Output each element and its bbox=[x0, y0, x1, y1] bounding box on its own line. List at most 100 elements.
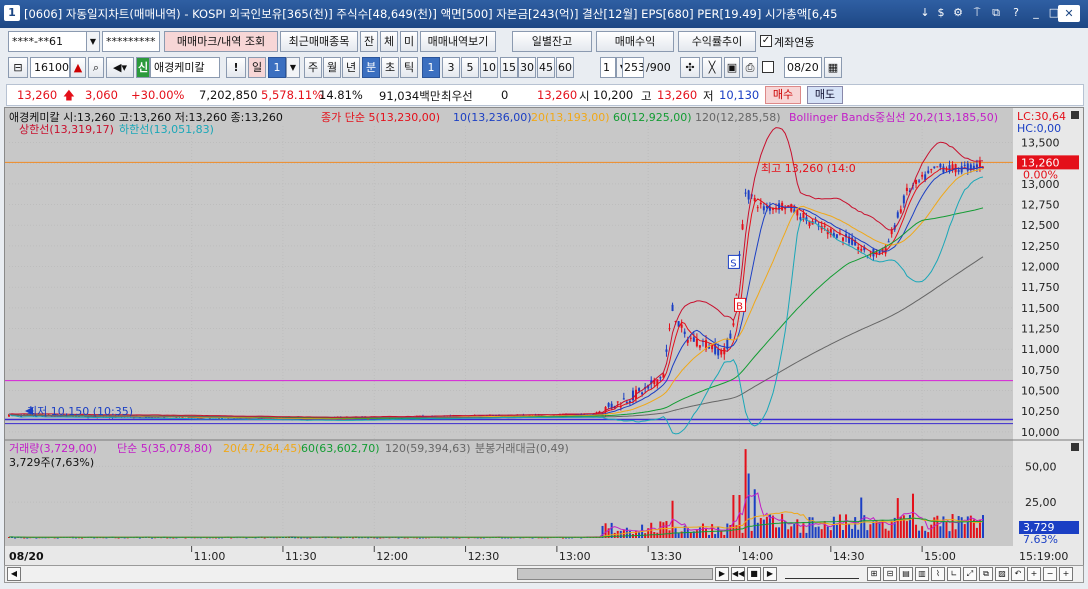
candle-body bbox=[878, 251, 881, 254]
minute-15-button[interactable]: 15 bbox=[500, 57, 518, 78]
account-link-checkbox[interactable]: ✓ bbox=[760, 35, 772, 47]
time-tick-label: 15:19:00 bbox=[1019, 550, 1068, 563]
trade-history-button[interactable]: 매매내역보기 bbox=[420, 31, 496, 52]
daily-balance-button[interactable]: 일별잔고 bbox=[512, 31, 592, 52]
period-3-button[interactable]: 분 bbox=[362, 57, 380, 78]
scroll-left-icon[interactable]: ◀ bbox=[7, 567, 21, 581]
grid-icon[interactable]: ⊞ bbox=[867, 567, 881, 581]
layout-icon[interactable]: ⊟ bbox=[8, 57, 28, 78]
close-icon[interactable]: ✕ bbox=[1058, 5, 1080, 22]
rewind-icon[interactable]: ◀◀ bbox=[731, 567, 745, 581]
volume-bar bbox=[963, 524, 966, 538]
minute-10-button[interactable]: 10 bbox=[480, 57, 498, 78]
high-label: 고 bbox=[641, 89, 652, 103]
candle-body bbox=[711, 344, 714, 350]
period-dropdown-icon[interactable]: ▼ bbox=[286, 57, 300, 78]
low-price: 10,130 bbox=[719, 88, 760, 102]
alert-icon[interactable]: ! bbox=[226, 57, 246, 78]
stock-code-input[interactable]: 161000 bbox=[30, 57, 70, 78]
period-2-button[interactable]: 년 bbox=[342, 57, 360, 78]
print-icon[interactable]: ⎙ bbox=[742, 57, 758, 78]
code-up-icon[interactable]: ▲ bbox=[70, 57, 86, 78]
table-icon[interactable]: ⊟ bbox=[883, 567, 897, 581]
down-arrow-icon[interactable]: ↓ bbox=[917, 5, 933, 21]
buy-button[interactable]: 매수 bbox=[765, 86, 801, 104]
minute-5-button[interactable]: 5 bbox=[461, 57, 479, 78]
candle-type-icon[interactable]: ▥ bbox=[915, 567, 929, 581]
play-icon[interactable]: ▶ bbox=[763, 567, 777, 581]
data-count-input[interactable]: 253 bbox=[622, 57, 644, 78]
minute-60-button[interactable]: 60 bbox=[556, 57, 574, 78]
window-icon[interactable]: ⧉ bbox=[988, 5, 1004, 21]
period-5-button[interactable]: 틱 bbox=[400, 57, 418, 78]
zoom-out-icon[interactable]: − bbox=[1043, 567, 1057, 581]
zoom-in-icon[interactable]: + bbox=[1027, 567, 1041, 581]
crosshair-icon[interactable]: ╳ bbox=[702, 57, 722, 78]
bar-type-icon[interactable]: ▤ bbox=[899, 567, 913, 581]
date-input[interactable]: 08/20 bbox=[784, 57, 822, 78]
recent-trades-button[interactable]: 최근매매종목 bbox=[280, 31, 358, 52]
candle-body bbox=[659, 377, 662, 379]
count-select[interactable]: 1 bbox=[600, 57, 616, 78]
undo-icon[interactable]: ↶ bbox=[1011, 567, 1025, 581]
candle-body bbox=[668, 328, 671, 330]
tool-settings-icon[interactable]: ✣ bbox=[680, 57, 700, 78]
minute-3-button[interactable]: 3 bbox=[442, 57, 460, 78]
account-dropdown-icon[interactable]: ▼ bbox=[86, 31, 100, 52]
image-icon[interactable]: ▨ bbox=[995, 567, 1009, 581]
period-4-button[interactable]: 초 bbox=[381, 57, 399, 78]
account-input[interactable]: ****-**61 bbox=[8, 31, 88, 52]
zoom-slider[interactable] bbox=[785, 569, 859, 579]
balance-button[interactable]: 잔 bbox=[360, 31, 378, 52]
chart-canvas[interactable]: 13,50013,25013,00012,75012,50012,25012,0… bbox=[5, 108, 1083, 566]
candle-body bbox=[729, 333, 732, 339]
minute-45-button[interactable]: 45 bbox=[537, 57, 555, 78]
help-icon[interactable]: ? bbox=[1008, 5, 1024, 21]
search-icon[interactable]: ⌕ bbox=[88, 57, 104, 78]
chart-area[interactable]: 13,50013,25013,00012,75012,50012,25012,0… bbox=[4, 107, 1084, 567]
volume-bar bbox=[784, 521, 787, 538]
volume-last-pct: 7.63% bbox=[1023, 533, 1058, 546]
low-label: 저 bbox=[703, 89, 714, 103]
speaker-icon[interactable]: ◀▾ bbox=[106, 57, 134, 78]
calendar-icon[interactable]: ▦ bbox=[824, 57, 842, 78]
save-icon[interactable]: ▣ bbox=[724, 57, 740, 78]
volume-bar bbox=[838, 514, 841, 538]
minimize-icon[interactable]: _ bbox=[1028, 5, 1044, 21]
stock-name-field[interactable]: 애경케미칼 bbox=[150, 57, 220, 78]
volume-bar bbox=[829, 530, 832, 538]
stop-icon[interactable]: ■ bbox=[747, 567, 761, 581]
scroll-thumb[interactable] bbox=[517, 568, 713, 580]
price-indicator-legend: 20(13,193,00) bbox=[531, 111, 610, 124]
chart-scrollbar[interactable]: ◀ ▶ ◀◀ ■ ▶ ⊞ ⊟ ▤ ▥ ⌇ ∟ ⤢ ⧉ ▨ ↶ + − + bbox=[4, 565, 1084, 583]
dollar-icon[interactable]: $ bbox=[933, 5, 949, 21]
period-1-button[interactable]: 월 bbox=[323, 57, 341, 78]
reset-icon[interactable]: + bbox=[1059, 567, 1073, 581]
volume-bar bbox=[975, 527, 978, 538]
sell-button[interactable]: 매도 bbox=[807, 86, 843, 104]
period-day-button[interactable]: 일 bbox=[248, 57, 266, 78]
lower-limit-legend: 하한선(13,051,83) bbox=[119, 122, 214, 136]
unfilled-button[interactable]: 미 bbox=[400, 31, 418, 52]
copy-icon[interactable]: ⧉ bbox=[979, 567, 993, 581]
period-value[interactable]: 1 bbox=[268, 57, 286, 78]
execution-button[interactable]: 체 bbox=[380, 31, 398, 52]
trade-mark-query-button[interactable]: 매매마크/내역 조회 bbox=[164, 31, 278, 52]
line-type-icon[interactable]: ⌇ bbox=[931, 567, 945, 581]
fit-icon[interactable]: ⤢ bbox=[963, 567, 977, 581]
trade-profit-button[interactable]: 매매수익 bbox=[596, 31, 674, 52]
date-checkbox[interactable] bbox=[762, 61, 774, 73]
return-trend-button[interactable]: 수익률추이 bbox=[678, 31, 756, 52]
volume-value: 7,202,850 bbox=[199, 88, 258, 102]
log-scale-icon[interactable]: ∟ bbox=[947, 567, 961, 581]
candle-body bbox=[972, 165, 975, 169]
period-0-button[interactable]: 주 bbox=[304, 57, 322, 78]
volume-bar bbox=[924, 530, 927, 538]
gear-icon[interactable]: ⚙ bbox=[950, 5, 966, 21]
scroll-right-icon[interactable]: ▶ bbox=[715, 567, 729, 581]
candle-body bbox=[756, 207, 759, 209]
minute-1-button[interactable]: 1 bbox=[422, 57, 440, 78]
minute-30-button[interactable]: 30 bbox=[518, 57, 536, 78]
pin-icon[interactable]: ⍑ bbox=[969, 5, 985, 21]
password-input[interactable]: ********* bbox=[102, 31, 160, 52]
